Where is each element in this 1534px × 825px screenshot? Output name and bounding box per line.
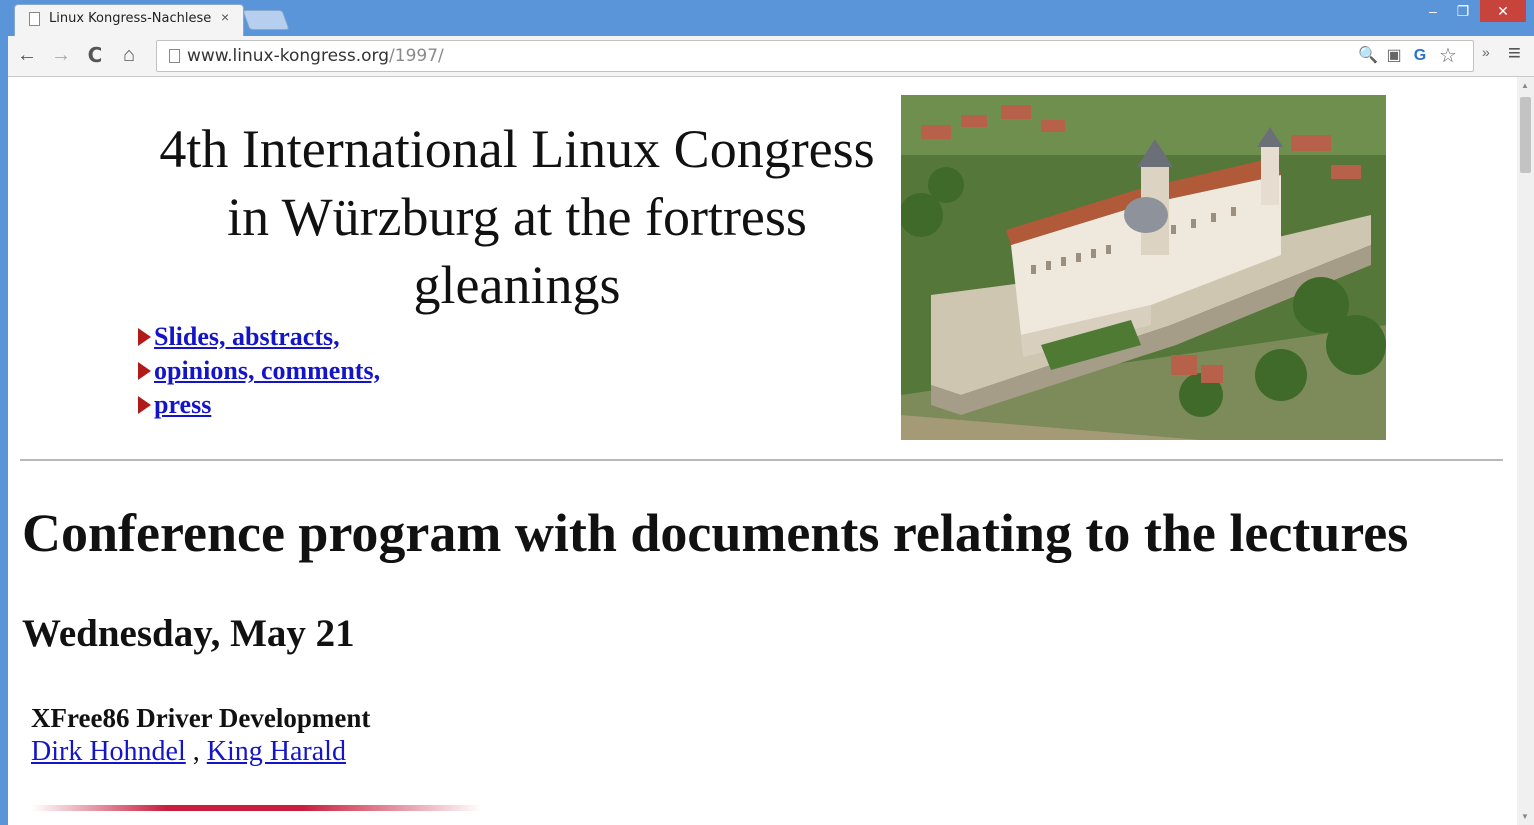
list-item: Slides, abstracts, (138, 320, 380, 354)
new-tab-button[interactable] (242, 10, 290, 30)
link-list: Slides, abstracts, opinions, comments, p… (138, 320, 380, 422)
browser-toolbar: ← → C ⌂ www.linux-kongress.org/1997/ 🔍 ▣… (8, 36, 1534, 77)
list-item: opinions, comments, (138, 354, 380, 388)
address-bar[interactable]: www.linux-kongress.org/1997/ 🔍 ▣ G ☆ (156, 40, 1474, 72)
page-icon (169, 49, 180, 63)
red-arrow-icon (138, 396, 151, 414)
page-content: 4th International Linux Congress in Würz… (8, 77, 1517, 825)
page-title: 4th International Linux Congress in Würz… (122, 115, 912, 319)
decorative-divider (32, 805, 482, 811)
title-line: in Würzburg at the fortress (227, 187, 807, 247)
slides-link[interactable]: Slides, abstracts, (154, 322, 340, 352)
url-path: /1997/ (389, 46, 444, 66)
title-line: gleanings (413, 255, 621, 315)
zoom-icon[interactable]: 🔍 (1357, 45, 1379, 67)
horizontal-rule (20, 459, 1503, 461)
red-arrow-icon (138, 362, 151, 380)
url-host: www.linux-kongress.org (187, 46, 390, 66)
tab-close-icon[interactable]: × (221, 9, 229, 25)
red-arrow-icon (138, 328, 151, 346)
scroll-down-arrow-icon[interactable]: ▼ (1521, 812, 1529, 821)
forward-arrow-icon[interactable]: → (48, 42, 74, 68)
scroll-thumb[interactable] (1520, 97, 1531, 173)
fortress-illustration (901, 95, 1386, 440)
home-icon[interactable]: ⌂ (116, 42, 142, 68)
tab-title: Linux Kongress-Nachlese (49, 11, 212, 26)
fortress-photo (901, 95, 1386, 440)
day-heading: Wednesday, May 21 (22, 612, 355, 655)
maximize-button[interactable]: ❐ (1450, 0, 1476, 22)
translate-icon[interactable]: G (1409, 45, 1431, 67)
talk-title: XFree86 Driver Development (31, 703, 371, 733)
window-frame (0, 0, 8, 825)
list-item: press (138, 388, 380, 422)
reload-icon[interactable]: C (82, 42, 108, 68)
menu-icon[interactable]: ≡ (1508, 40, 1521, 66)
speaker-separator: , (185, 736, 207, 767)
opinions-link[interactable]: opinions, comments, (154, 356, 380, 386)
more-extensions-icon[interactable]: » (1482, 44, 1490, 60)
bookmark-star-icon[interactable]: ☆ (1437, 45, 1459, 67)
scroll-up-arrow-icon[interactable]: ▲ (1521, 81, 1529, 90)
back-arrow-icon[interactable]: ← (14, 42, 40, 68)
program-heading: Conference program with documents relati… (22, 503, 1409, 563)
speaker-link-hohndel[interactable]: Dirk Hohndel (31, 736, 186, 767)
speaker-link-harald[interactable]: King Harald (207, 736, 346, 767)
page-icon (29, 12, 40, 26)
extension-icon[interactable]: ▣ (1383, 45, 1405, 67)
press-link[interactable]: press (154, 390, 211, 420)
minimize-button[interactable]: – (1420, 0, 1446, 22)
browser-tab[interactable]: Linux Kongress-Nachlese × (14, 4, 244, 37)
close-window-button[interactable]: ✕ (1480, 0, 1526, 22)
scrollbar[interactable]: ▲ ▼ (1517, 77, 1534, 825)
title-line: 4th International Linux Congress (159, 119, 875, 179)
url-text[interactable]: www.linux-kongress.org/1997/ (187, 46, 444, 66)
speaker-list: Dirk Hohndel , King Harald (31, 736, 346, 768)
